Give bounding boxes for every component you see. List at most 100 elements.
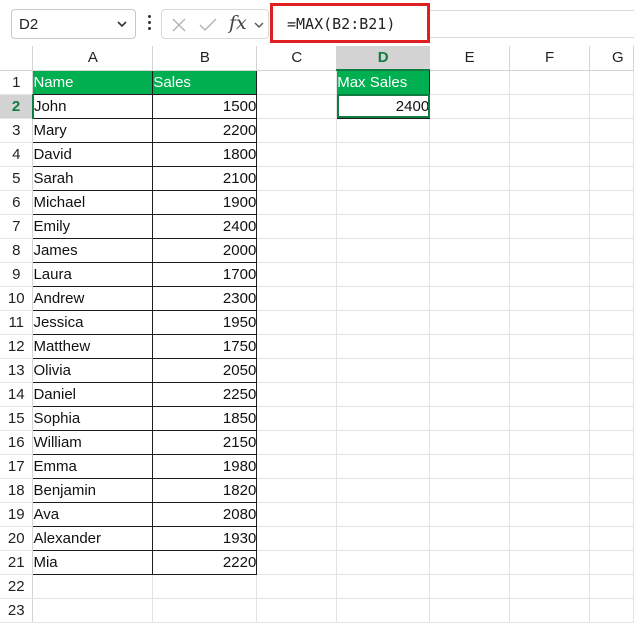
row-header[interactable]: 12 <box>0 334 34 359</box>
name-cell[interactable]: Jessica <box>32 309 154 335</box>
cell[interactable] <box>589 430 634 455</box>
cell[interactable] <box>509 70 590 95</box>
cancel-icon[interactable] <box>170 16 188 34</box>
cell[interactable] <box>509 430 590 455</box>
cell[interactable] <box>336 598 431 623</box>
cell[interactable] <box>509 382 590 407</box>
cell[interactable] <box>256 214 338 239</box>
cell[interactable] <box>429 526 511 551</box>
cell[interactable] <box>256 70 338 95</box>
column-header-b[interactable]: B <box>152 46 258 71</box>
cell[interactable] <box>429 262 511 287</box>
sales-cell[interactable]: 1800 <box>152 141 258 167</box>
cell[interactable] <box>429 142 511 167</box>
row-header[interactable]: 11 <box>0 310 34 335</box>
column-header-c[interactable]: C <box>256 46 338 71</box>
name-cell[interactable]: Benjamin <box>32 477 154 503</box>
cell[interactable] <box>429 118 511 143</box>
name-box[interactable]: D2 <box>11 9 136 39</box>
cell[interactable] <box>152 574 258 599</box>
cell[interactable] <box>589 286 634 311</box>
name-cell[interactable]: Sophia <box>32 405 154 431</box>
cell[interactable] <box>429 502 511 527</box>
cell[interactable] <box>336 334 431 359</box>
cell[interactable] <box>589 550 634 575</box>
sales-cell[interactable]: 1850 <box>152 405 258 431</box>
sales-cell[interactable]: 2400 <box>152 213 258 239</box>
chevron-down-icon[interactable] <box>253 19 265 31</box>
sales-cell[interactable]: 2220 <box>152 549 258 575</box>
cell[interactable] <box>336 358 431 383</box>
cell[interactable] <box>256 334 338 359</box>
cell[interactable] <box>336 502 431 527</box>
enter-icon[interactable] <box>198 16 218 34</box>
cell[interactable] <box>509 478 590 503</box>
row-header[interactable]: 13 <box>0 358 34 383</box>
name-cell[interactable]: Daniel <box>32 381 154 407</box>
cell[interactable] <box>509 142 590 167</box>
name-cell[interactable]: Matthew <box>32 333 154 359</box>
row-header[interactable]: 15 <box>0 406 34 431</box>
cell[interactable] <box>336 406 431 431</box>
cell[interactable] <box>509 526 590 551</box>
cell[interactable] <box>336 310 431 335</box>
cell[interactable] <box>429 334 511 359</box>
cell[interactable] <box>429 214 511 239</box>
row-header[interactable]: 20 <box>0 526 34 551</box>
cell[interactable] <box>589 454 634 479</box>
sales-cell[interactable]: 2250 <box>152 381 258 407</box>
row-header[interactable]: 22 <box>0 574 34 599</box>
cell[interactable] <box>589 118 634 143</box>
cell[interactable] <box>589 190 634 215</box>
row-header[interactable]: 6 <box>0 190 34 215</box>
cell[interactable] <box>589 574 634 599</box>
row-header[interactable]: 10 <box>0 286 34 311</box>
sales-cell[interactable]: 2150 <box>152 429 258 455</box>
cell[interactable] <box>589 334 634 359</box>
row-header[interactable]: 8 <box>0 238 34 263</box>
cell[interactable] <box>429 238 511 263</box>
cell[interactable] <box>429 166 511 191</box>
name-cell[interactable]: Michael <box>32 189 154 215</box>
row-header[interactable]: 1 <box>0 70 34 95</box>
cell[interactable] <box>589 478 634 503</box>
name-cell[interactable]: Emma <box>32 453 154 479</box>
cell[interactable] <box>589 358 634 383</box>
cell[interactable] <box>256 430 338 455</box>
cell[interactable] <box>589 406 634 431</box>
column-header-a[interactable]: A <box>32 46 154 71</box>
cell[interactable] <box>589 142 634 167</box>
row-header[interactable]: 19 <box>0 502 34 527</box>
cell[interactable] <box>589 382 634 407</box>
cell[interactable] <box>336 430 431 455</box>
sales-cell[interactable]: 2050 <box>152 357 258 383</box>
cell[interactable] <box>429 574 511 599</box>
more-options-icon[interactable] <box>148 15 152 33</box>
sales-cell[interactable]: 1980 <box>152 453 258 479</box>
cell[interactable] <box>429 454 511 479</box>
cell[interactable] <box>336 526 431 551</box>
cell[interactable] <box>256 406 338 431</box>
cell[interactable] <box>32 574 154 599</box>
cell[interactable] <box>589 598 634 623</box>
cell[interactable] <box>429 94 511 119</box>
cell[interactable] <box>32 598 154 623</box>
cell[interactable] <box>589 94 634 119</box>
sales-cell[interactable]: 1500 <box>152 93 258 119</box>
cell[interactable] <box>589 238 634 263</box>
cell[interactable] <box>336 382 431 407</box>
name-cell[interactable]: John <box>32 93 154 119</box>
name-cell[interactable]: Mia <box>32 549 154 575</box>
header-cell-name[interactable]: Name <box>32 70 154 95</box>
cell[interactable] <box>589 310 634 335</box>
cell[interactable] <box>336 166 431 191</box>
cell[interactable] <box>509 214 590 239</box>
cell[interactable] <box>256 310 338 335</box>
cell[interactable] <box>589 526 634 551</box>
row-header[interactable]: 4 <box>0 142 34 167</box>
cell[interactable] <box>256 190 338 215</box>
name-cell[interactable]: Ava <box>32 501 154 527</box>
cell[interactable] <box>509 262 590 287</box>
row-header[interactable]: 18 <box>0 478 34 503</box>
sales-cell[interactable]: 2200 <box>152 117 258 143</box>
